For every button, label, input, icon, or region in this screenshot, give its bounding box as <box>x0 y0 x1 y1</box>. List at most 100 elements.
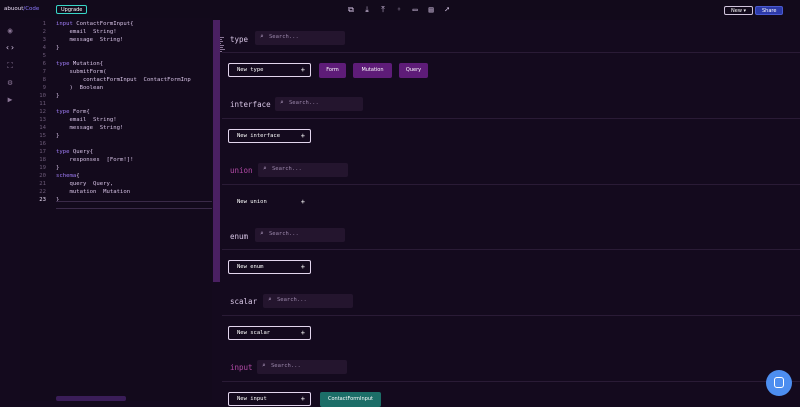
code-line[interactable]: 13 email String! <box>20 116 212 124</box>
type-search-input[interactable]: ⌕ Search... <box>255 31 345 45</box>
section-title-scalar: scalar <box>230 297 258 306</box>
plus-icon[interactable]: + <box>301 395 305 403</box>
code-line[interactable]: 7 submitForm( <box>20 68 212 76</box>
pane-splitter[interactable] <box>213 20 220 282</box>
code-line[interactable]: 12 type Form{ <box>20 108 212 116</box>
eye-icon[interactable]: ◉ <box>5 26 15 36</box>
line-number: 17 <box>39 149 46 155</box>
line-code: submitForm( <box>56 69 107 75</box>
enum-search-input[interactable]: ⌕ Search... <box>255 228 345 242</box>
keyword: type <box>56 109 70 115</box>
upload-icon[interactable]: ⤒ <box>378 5 388 15</box>
code-line[interactable]: 9 ) Boolean <box>20 84 212 92</box>
type-chip-query[interactable]: Query <box>399 63 428 78</box>
search-placeholder: Search... <box>277 297 307 303</box>
upgrade-button[interactable]: Upgrade <box>56 5 88 14</box>
code-line[interactable]: 15} <box>20 132 212 140</box>
code-editor[interactable]: 1 input ContactFormInput{2 email String! 3… <box>20 18 225 401</box>
section-divider <box>222 249 800 250</box>
interface-search-input[interactable]: ⌕ Search... <box>275 97 363 111</box>
cursor-line-highlight <box>56 201 212 209</box>
bulb-icon[interactable]: ◦ <box>394 5 404 15</box>
new-interface-field[interactable]: New interface + <box>228 129 311 143</box>
input-search-input[interactable]: ⌕ Search... <box>257 360 347 374</box>
code-line[interactable]: 10} <box>20 92 212 100</box>
brand-logo[interactable]: abuout/Code <box>4 6 39 12</box>
new-enum-field[interactable]: New enum + <box>228 260 311 274</box>
line-number: 8 <box>42 77 46 83</box>
code-line[interactable]: 14 message String! <box>20 124 212 132</box>
code-line[interactable]: 6 type Mutation{ <box>20 60 212 68</box>
section-title-input: input <box>230 363 253 372</box>
line-number: 3 <box>42 37 46 43</box>
new-button[interactable]: New ▾ <box>724 6 754 15</box>
code-line[interactable]: 18 responses [Form!]! <box>20 156 212 164</box>
line-code: message String! <box>56 125 124 131</box>
line-code: type Form{ <box>56 109 90 115</box>
code-icon[interactable]: ‹› <box>5 43 15 53</box>
copy-icon[interactable]: ⧉ <box>346 5 356 15</box>
code-line[interactable]: 17 type Query{ <box>20 148 212 156</box>
input-chip-contactforminput[interactable]: ContactFormInput <box>320 392 381 407</box>
new-type-field[interactable]: New type + <box>228 63 311 77</box>
code-line[interactable]: 19} <box>20 164 212 172</box>
expand-icon[interactable]: ⛶ <box>5 61 15 71</box>
top-bar: abuout/Code Upgrade ⧉ ⤓ ⤒ ◦ ▭ ▤ ➚ New ▾ … <box>0 0 800 20</box>
scalar-search-input[interactable]: ⌕ Search... <box>263 294 353 308</box>
line-code: message String! <box>56 37 124 43</box>
play-icon[interactable]: ▶ <box>5 95 15 105</box>
new-scalar-field[interactable]: New scalar + <box>228 326 311 340</box>
code-line[interactable]: 5 <box>20 52 212 60</box>
code-line[interactable]: 21 query Query, <box>20 180 212 188</box>
download-icon[interactable]: ⤓ <box>362 5 372 15</box>
code-line[interactable]: 11 <box>20 100 212 108</box>
section-divider <box>222 184 800 185</box>
new-input-field[interactable]: New input + <box>228 392 311 406</box>
plus-icon[interactable]: + <box>301 198 305 206</box>
new-type-label: New type <box>237 67 264 73</box>
search-icon: ⌕ <box>268 296 272 303</box>
line-number: 2 <box>42 29 46 35</box>
line-code: mutation Mutation <box>56 189 131 195</box>
code-line[interactable]: 2 email String! <box>20 28 212 36</box>
line-number: 9 <box>42 85 46 91</box>
code-line[interactable]: 16 <box>20 140 212 148</box>
line-number: 18 <box>39 157 46 163</box>
save-icon[interactable]: ▤ <box>426 5 436 15</box>
code-line[interactable]: 1 input ContactFormInput{ <box>20 20 212 28</box>
keyword: schema <box>56 173 77 179</box>
code-line[interactable]: 8 contactFormInput ContactFormInp <box>20 76 212 84</box>
rocket-icon[interactable]: ➚ <box>442 5 452 15</box>
search-icon: ⌕ <box>280 99 284 106</box>
line-code: ) Boolean <box>56 85 104 91</box>
plus-icon[interactable]: + <box>301 263 305 271</box>
union-search-input[interactable]: ⌕ Search... <box>258 163 348 177</box>
type-chip-form[interactable]: Form <box>319 63 346 78</box>
new-union-field[interactable]: New union + <box>228 195 311 209</box>
line-code: } <box>56 45 60 51</box>
code-line[interactable]: 3 message String! <box>20 36 212 44</box>
code-line[interactable]: 20 schema{ <box>20 172 212 180</box>
brand-name: abuout <box>4 6 24 12</box>
line-number: 16 <box>39 141 46 147</box>
section-divider <box>222 315 800 316</box>
settings-icon[interactable]: ⚙ <box>5 78 15 88</box>
plus-icon[interactable]: + <box>301 329 305 337</box>
code-line[interactable]: 4} <box>20 44 212 52</box>
search-placeholder: Search... <box>289 100 319 106</box>
keyword: type <box>56 149 70 155</box>
keyword: type <box>56 61 70 67</box>
share-button[interactable]: Share <box>755 6 784 15</box>
editor-scrollbar[interactable] <box>56 396 126 401</box>
keyword: input <box>56 21 73 27</box>
plus-icon[interactable]: + <box>301 132 305 140</box>
book-icon[interactable]: ▭ <box>410 5 420 15</box>
line-number: 23 <box>39 197 46 203</box>
type-chip-mutation[interactable]: Mutation <box>353 63 392 78</box>
line-number: 5 <box>42 53 46 59</box>
plus-icon[interactable]: + <box>301 66 305 74</box>
code-line[interactable]: 22 mutation Mutation <box>20 188 212 196</box>
chat-launcher-button[interactable] <box>766 370 792 396</box>
line-number: 21 <box>39 181 46 187</box>
toolbar: ⧉ ⤓ ⤒ ◦ ▭ ▤ ➚ <box>346 5 452 15</box>
